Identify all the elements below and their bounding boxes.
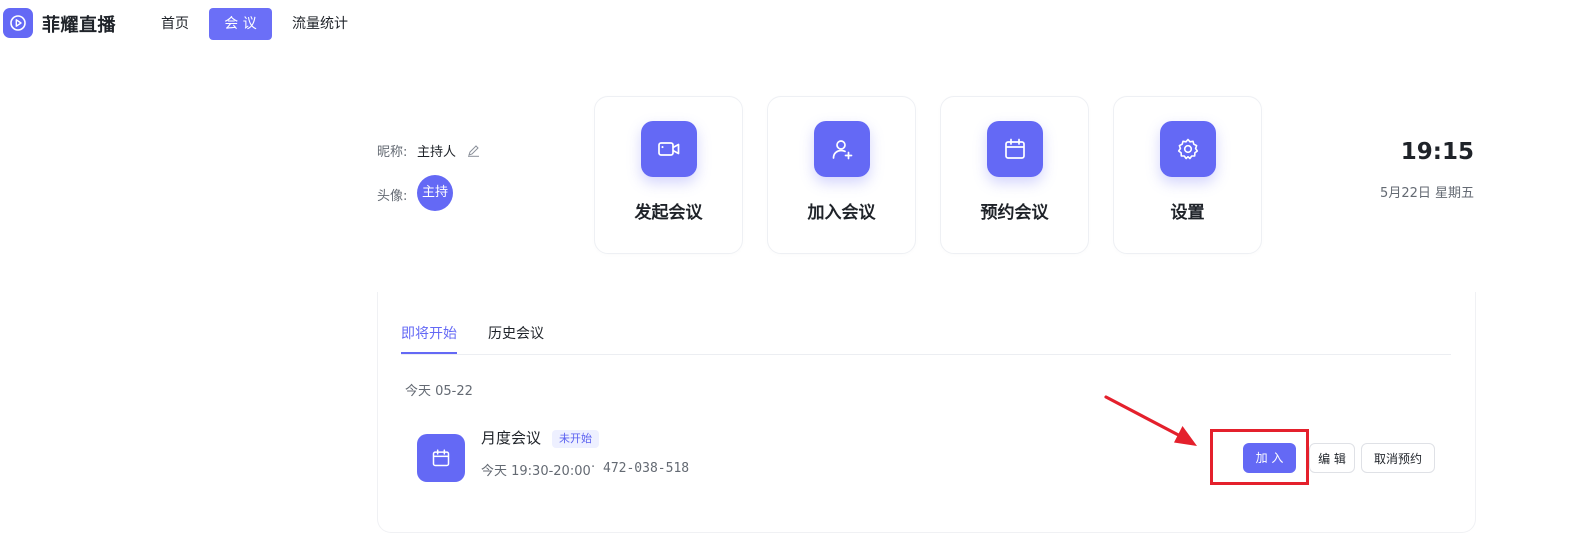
avatar-label: 头像: (377, 189, 408, 204)
tab-history[interactable]: 历史会议 (488, 323, 544, 343)
tab-divider (401, 354, 1451, 355)
video-icon (641, 121, 697, 177)
calendar-icon (987, 121, 1043, 177)
settings-label: 设置 (1170, 203, 1205, 223)
top-nav: 菲耀直播 首页 会 议 流量统计 (0, 0, 1578, 48)
status-badge: 未开始 (552, 430, 599, 448)
nav-home[interactable]: 首页 (155, 8, 195, 40)
cancel-reservation-button[interactable]: 取消预约 (1361, 443, 1435, 473)
schedule-meeting-card[interactable]: 预约会议 (940, 96, 1089, 254)
start-meeting-card[interactable]: 发起会议 (594, 96, 743, 254)
nickname-label: 昵称: (377, 145, 408, 160)
gear-icon (1160, 121, 1216, 177)
meeting-time: 今天 19:30-20:00 (481, 464, 591, 479)
brand-name: 菲耀直播 (42, 15, 116, 36)
pointer-arrow-icon (1104, 395, 1197, 446)
user-plus-icon (814, 121, 870, 177)
current-date: 5月22日 星期五 (1380, 186, 1474, 201)
play-circle-icon[interactable] (3, 8, 33, 38)
calendar-icon (417, 434, 465, 482)
meeting-id: 472-038-518 (603, 461, 690, 476)
edit-button[interactable]: 编 辑 (1309, 443, 1355, 473)
join-meeting-label: 加入会议 (807, 203, 876, 223)
meta-separator: · (591, 460, 596, 475)
nickname-value: 主持人 (417, 145, 457, 160)
highlight-box (1210, 429, 1309, 485)
tab-upcoming[interactable]: 即将开始 (401, 323, 457, 343)
pencil-icon[interactable] (467, 142, 480, 161)
avatar[interactable]: 主持 (417, 175, 453, 211)
join-meeting-card[interactable]: 加入会议 (767, 96, 916, 254)
day-group-label: 今天 05-22 (405, 384, 473, 399)
start-meeting-label: 发起会议 (634, 203, 703, 223)
current-time: 19:15 (1400, 139, 1474, 165)
schedule-meeting-label: 预约会议 (980, 203, 1049, 223)
nav-meeting[interactable]: 会 议 (209, 8, 272, 40)
meeting-title[interactable]: 月度会议 (481, 427, 541, 448)
settings-card[interactable]: 设置 (1113, 96, 1262, 254)
nav-stats[interactable]: 流量统计 (288, 8, 352, 40)
